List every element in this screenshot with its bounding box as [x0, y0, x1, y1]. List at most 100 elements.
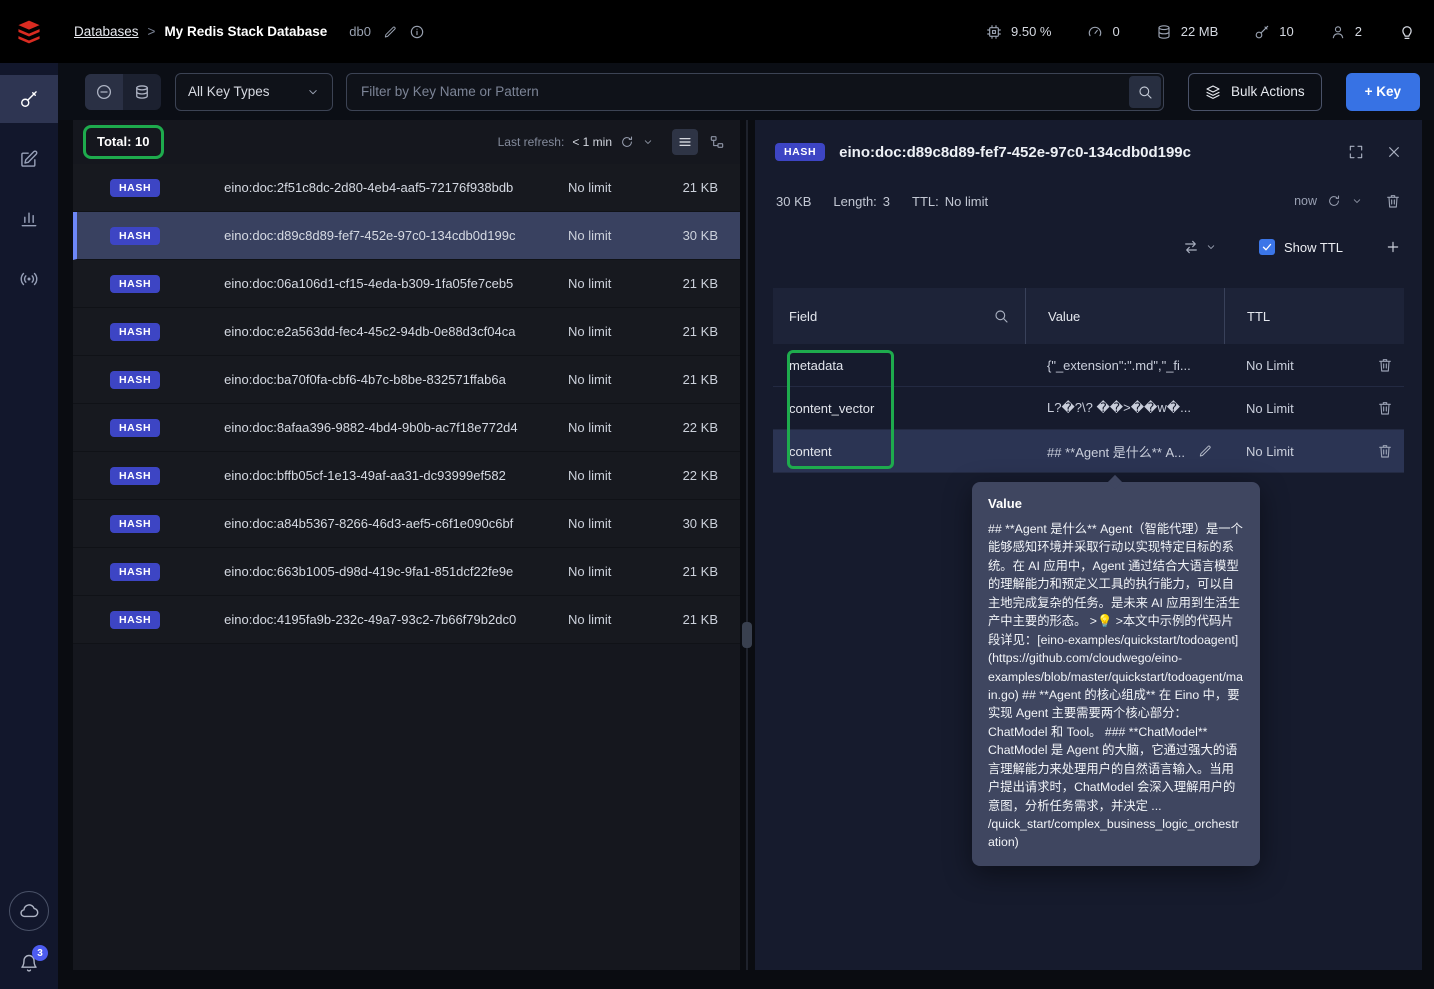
chart-icon [19, 209, 39, 229]
list-view-button[interactable] [672, 129, 698, 155]
key-row[interactable]: HASH eino:doc:06a106d1-cf15-4eda-b309-1f… [73, 260, 740, 308]
stat-total-keys: 10 [1254, 24, 1294, 40]
view-toggle-group [672, 129, 730, 155]
key-type-badge: HASH [110, 322, 161, 341]
stat-total-memory: 22 MB [1156, 24, 1219, 40]
key-ttl: No limit [568, 276, 612, 291]
annotation-box-total: Total: 10 [83, 125, 164, 159]
field-header-label: Field [789, 308, 818, 324]
fields-table-header: Field Value TTL [773, 288, 1404, 344]
field-row-selected[interactable]: content ## **Agent 是什么** A... No Limit [773, 430, 1404, 473]
add-key-button[interactable]: + Key [1345, 72, 1420, 111]
delete-key-button[interactable] [1385, 193, 1401, 209]
key-row[interactable]: HASH eino:doc:ba70f0fa-cbf6-4b7c-b8be-83… [73, 356, 740, 404]
sidebar-item-workbench[interactable] [0, 135, 58, 183]
field-search-icon[interactable] [993, 308, 1009, 324]
field-value: {"_extension":".md","_fi... [1047, 357, 1191, 373]
key-ttl: No limit [568, 468, 612, 483]
breadcrumb-databases-link[interactable]: Databases [74, 24, 139, 39]
key-ttl-label: TTL: [912, 193, 939, 209]
bulk-actions-button[interactable]: Bulk Actions [1188, 72, 1322, 111]
delete-field-button[interactable] [1377, 400, 1393, 416]
key-ttl: No limit [568, 420, 612, 435]
cpu-icon [986, 24, 1002, 40]
key-row[interactable]: HASH eino:doc:bffb05cf-1e13-49af-aa31-dc… [73, 452, 740, 500]
panel-splitter[interactable] [746, 120, 748, 970]
formatter-select[interactable] [1183, 239, 1217, 255]
stat-memory-value: 22 MB [1180, 24, 1219, 39]
sidebar-item-pubsub[interactable] [0, 255, 58, 303]
add-field-button[interactable] [1385, 239, 1401, 255]
key-icon [1254, 24, 1270, 40]
delete-field-button[interactable] [1377, 357, 1393, 373]
key-type-badge: HASH [110, 226, 161, 245]
fields-table: Field Value TTL metadata {"_extension":"… [773, 288, 1404, 473]
tree-view-button[interactable] [704, 129, 730, 155]
key-type-quick-filters [85, 73, 161, 110]
key-length: Length: 3 [833, 194, 890, 209]
sidebar-item-analytics[interactable] [0, 195, 58, 243]
key-details-title: eino:doc:d89c8d89-fef7-452e-97c0-134cdb0… [839, 143, 1191, 161]
sidebar-item-browser[interactable] [0, 75, 58, 123]
show-ttl-toggle[interactable]: Show TTL [1258, 239, 1343, 255]
auto-refresh-chevron-icon[interactable] [642, 136, 654, 148]
field-ttl: No Limit [1246, 443, 1294, 459]
key-row[interactable]: HASH eino:doc:663b1005-d98d-419c-9fa1-85… [73, 548, 740, 596]
field-row[interactable]: content_vector L?�?\? ��>��w�... No Limi… [773, 387, 1404, 430]
fullscreen-icon[interactable] [1348, 144, 1364, 160]
key-row[interactable]: HASH eino:doc:e2a563dd-fec4-45c2-94db-0e… [73, 308, 740, 356]
key-type-badge: HASH [775, 143, 826, 161]
edit-db-alias-icon[interactable] [383, 25, 397, 39]
key-row[interactable]: HASH eino:doc:8afaa396-9882-4bd4-9b0b-ac… [73, 404, 740, 452]
db-overview-stats: 9.50 % 0 22 MB 10 2 [986, 24, 1362, 40]
insights-lightbulb-icon[interactable] [1398, 23, 1416, 41]
group-by-type-button[interactable] [123, 74, 161, 110]
key-name: eino:doc:ba70f0fa-cbf6-4b7c-b8be-832571f… [224, 372, 506, 387]
stat-clients-value: 2 [1354, 24, 1362, 39]
key-name: eino:doc:e2a563dd-fec4-45c2-94db-0e88d3c… [224, 324, 516, 339]
key-type-badge: HASH [110, 562, 161, 581]
search-icon[interactable] [1129, 75, 1162, 108]
db-index-label: db0 [349, 24, 371, 39]
breadcrumb-separator: > [147, 24, 156, 39]
key-type-badge: HASH [110, 274, 161, 293]
key-row[interactable]: HASH eino:doc:a84b5367-8266-46d3-aef5-c6… [73, 500, 740, 548]
show-ttl-checkbox[interactable] [1258, 239, 1275, 255]
key-type-badge: HASH [110, 370, 161, 389]
panel-splitter-handle[interactable] [742, 622, 752, 648]
key-row[interactable]: HASH eino:doc:4195fa9b-232c-49a7-93c2-7b… [73, 596, 740, 644]
search-input[interactable] [346, 72, 1165, 111]
key-size: 21 KB [682, 564, 718, 579]
swap-icon [1183, 239, 1199, 255]
key-size: 21 KB [682, 180, 718, 195]
key-name: eino:doc:663b1005-d98d-419c-9fa1-851dcf2… [224, 564, 514, 579]
db-info-icon[interactable] [409, 24, 425, 40]
layers-icon [1205, 84, 1221, 100]
key-name: eino:doc:4195fa9b-232c-49a7-93c2-7b66f79… [224, 612, 517, 627]
key-row-selected[interactable]: HASH eino:doc:d89c8d89-fef7-452e-97c0-13… [73, 212, 740, 260]
key-list-header: Total: 10 Last refresh: < 1 min [73, 120, 740, 164]
field-name: content_vector [789, 400, 875, 416]
key-type-badge: HASH [110, 178, 161, 197]
refresh-key-button[interactable] [1327, 194, 1341, 208]
key-name: eino:doc:bffb05cf-1e13-49af-aa31-dc93999… [224, 468, 506, 483]
key-type-badge: HASH [110, 514, 161, 533]
key-row[interactable]: HASH eino:doc:2f51c8dc-2d80-4eb4-aaf5-72… [73, 164, 740, 212]
breadcrumb-current-database: My Redis Stack Database [164, 24, 328, 39]
delete-field-button[interactable] [1377, 443, 1393, 459]
key-ttl: No limit [568, 372, 612, 387]
cloud-button[interactable] [9, 891, 49, 931]
auto-refresh-chevron-icon[interactable] [1351, 195, 1363, 207]
notifications-button[interactable]: 3 [19, 945, 48, 973]
last-refresh-label: Last refresh: [497, 135, 565, 149]
edit-value-pencil-icon[interactable] [1198, 444, 1212, 458]
filter-off-button[interactable] [85, 73, 123, 110]
close-icon[interactable] [1386, 144, 1402, 160]
stat-commands-per-sec: 0 [1087, 24, 1120, 40]
key-details-header-icons [1348, 144, 1402, 160]
key-type-select[interactable]: All Key Types [175, 72, 333, 111]
redis-logo[interactable] [0, 19, 58, 45]
refresh-keys-button[interactable] [620, 135, 634, 149]
field-column-header: Field [773, 288, 1025, 344]
field-row[interactable]: metadata {"_extension":".md","_fi... No … [773, 344, 1404, 387]
